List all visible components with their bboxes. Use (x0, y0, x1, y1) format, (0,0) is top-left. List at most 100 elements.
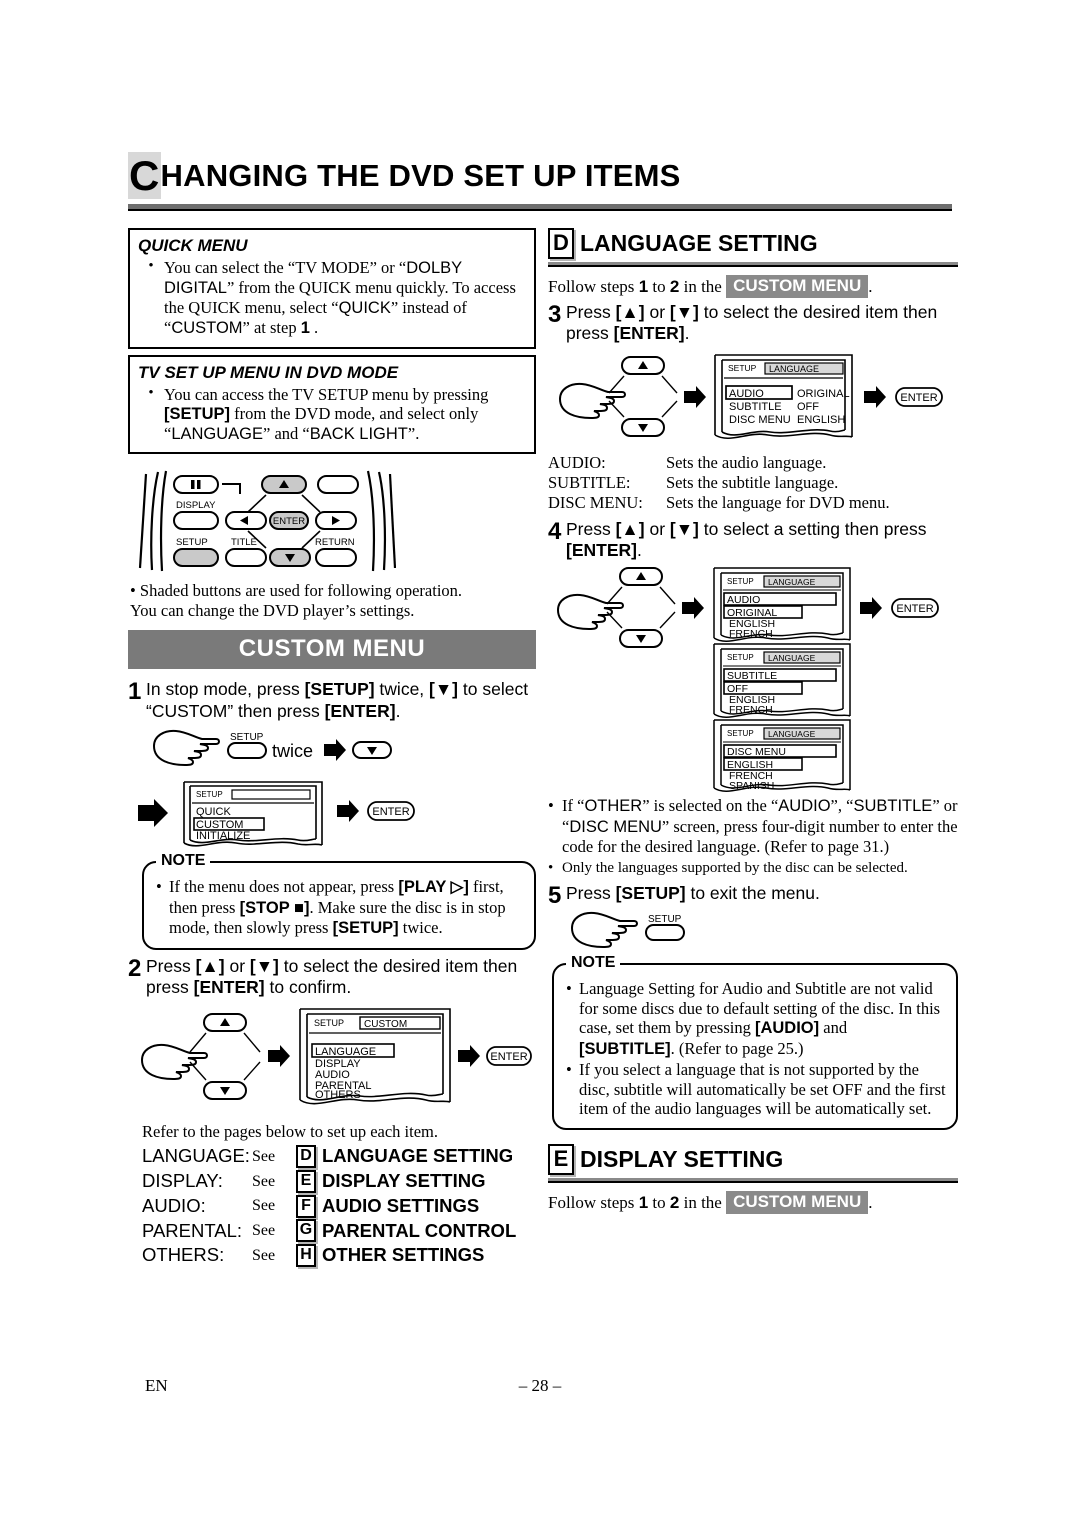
shaded-buttons-note: • Shaded buttons are used for following … (130, 581, 536, 621)
follow-end: . (868, 1192, 873, 1212)
svg-text:twice: twice (272, 741, 313, 761)
svg-text:ENTER: ENTER (372, 806, 409, 818)
svg-text:SETUP: SETUP (728, 363, 757, 373)
right-column: D LANGUAGE SETTING Follow steps 1 to 2 i… (548, 228, 958, 1218)
svg-text:LANGUAGE: LANGUAGE (768, 653, 816, 663)
letter-badge-h: H (296, 1244, 316, 1268)
desc-key: AUDIO: (548, 452, 606, 472)
bullet-dot: • (566, 979, 572, 999)
left-column: QUICK MENU • You can select the “TV MODE… (128, 228, 536, 1268)
language-note-bullet-2: If you select a language that is not sup… (579, 1060, 946, 1119)
bullet-dot: • (548, 795, 554, 815)
custom-menu-banner: CUSTOM MENU (128, 630, 536, 670)
refer-line: Refer to the pages below to set up each … (142, 1122, 438, 1142)
desc-text: Sets the audio language. (666, 452, 827, 472)
step-3: 3 Press [▲] or [▼] to select the desired… (548, 302, 958, 345)
follow-step-1: 1 (638, 1192, 649, 1212)
svg-text:SPANISH: SPANISH (729, 780, 774, 792)
shaded-note-line2: You can change the DVD player’s settings… (130, 600, 415, 620)
custom-menu-note-text: If the menu does not appear, press [PLAY… (169, 877, 506, 938)
bullet-dot: • (148, 258, 154, 274)
bullet-dot: • (148, 384, 154, 401)
refer-value: DISPLAY SETTING (322, 1170, 486, 1192)
refer-row-others: OTHERS: See H OTHER SETTINGS (142, 1243, 536, 1268)
step-1-text: In stop mode, press [SETUP] twice, [▼] t… (146, 679, 529, 721)
language-note-bullet-1: Language Setting for Audio and Subtitle … (579, 979, 941, 1058)
letter-badge-g: G (296, 1219, 316, 1243)
custom-menu-chip: CUSTOM MENU (726, 275, 869, 298)
custom-menu-note: NOTE • If the menu does not appear, pres… (142, 852, 536, 950)
language-item-descriptions: AUDIO: Sets the audio language. SUBTITLE… (548, 453, 958, 513)
svg-text:ENTER: ENTER (273, 516, 305, 527)
footer-page-number: – 28 – (518, 1376, 562, 1395)
refer-key: LANGUAGE: (142, 1145, 250, 1167)
svg-text:ENTER: ENTER (490, 1051, 527, 1063)
svg-text:FRENCH: FRENCH (729, 704, 773, 716)
refer-key: AUDIO: (142, 1194, 206, 1216)
desc-text: Sets the subtitle language. (666, 472, 839, 492)
refer-see: See (252, 1247, 276, 1265)
refer-row-display: DISPLAY: See E DISPLAY SETTING (142, 1169, 536, 1194)
svg-text:DISC MENU: DISC MENU (729, 414, 791, 426)
step-2-number: 2 (128, 954, 142, 982)
language-setting-note: NOTE • Language Setting for Audio and Su… (552, 954, 958, 1130)
follow-step-2: 2 (669, 1192, 680, 1212)
step-1: 1 In stop mode, press [SETUP] twice, [▼]… (128, 679, 536, 722)
svg-text:ENTER: ENTER (896, 603, 933, 615)
desc-row-disc-menu: DISC MENU: Sets the language for DVD men… (548, 493, 958, 513)
section-rule (548, 1177, 958, 1183)
language-bullet-2-text: Only the languages supported by the disc… (562, 860, 908, 877)
step-2: 2 Press [▲] or [▼] to select the desired… (128, 956, 536, 999)
desc-text: Sets the language for DVD menu. (666, 492, 890, 512)
letter-badge-e: E (296, 1169, 316, 1193)
svg-text:SETUP: SETUP (648, 914, 682, 925)
letter-badge-d: D (548, 228, 574, 259)
display-setting-title: DISPLAY SETTING (580, 1145, 784, 1172)
desc-key: DISC MENU: (548, 492, 643, 512)
quick-menu-text: You can select the “TV MODE” or “DOLBY D… (164, 258, 516, 338)
letter-badge-d: D (296, 1145, 316, 1169)
refer-row-audio: AUDIO: See F AUDIO SETTINGS (142, 1194, 536, 1219)
follow-mid: to (652, 1192, 666, 1212)
tv-setup-menu-text: You can access the TV SETUP menu by pres… (164, 384, 489, 443)
osd-item: QUICK (196, 806, 232, 818)
language-bullet-1-text: If “OTHER” is selected on the “AUDIO”, “… (562, 795, 958, 857)
svg-text:LANGUAGE: LANGUAGE (769, 364, 819, 374)
svg-text:RETURN: RETURN (315, 537, 355, 548)
language-setting-title: LANGUAGE SETTING (580, 230, 818, 256)
quick-menu-callout: QUICK MENU • You can select the “TV MODE… (128, 228, 536, 349)
follow-post: in the (683, 277, 722, 296)
svg-text:OTHERS: OTHERS (315, 1089, 361, 1101)
osd-title-left: SETUP (196, 790, 223, 799)
svg-text:SETUP: SETUP (727, 653, 754, 662)
language-setting-heading: D LANGUAGE SETTING (548, 228, 958, 259)
step-4-screen-diagram: SETUP LANGUAGE AUDIO ORIGINAL ENGLISH FR… (548, 564, 958, 794)
follow-mid: to (652, 277, 666, 296)
svg-text:ENGLISH: ENGLISH (797, 414, 845, 426)
refer-key: DISPLAY: (142, 1170, 223, 1192)
svg-text:SETUP: SETUP (314, 1018, 344, 1028)
manual-page: CHANGING THE DVD SET UP ITEMS QUICK MENU… (0, 0, 1080, 1528)
svg-text:LANGUAGE: LANGUAGE (768, 729, 816, 739)
language-follow-steps: Follow steps 1 to 2 in the CUSTOM MENU. (548, 275, 958, 298)
note-label: NOTE (566, 954, 621, 973)
step-1-gesture-row: SETUP twice (146, 728, 536, 773)
svg-text:FRENCH: FRENCH (729, 628, 773, 640)
svg-text:DISPLAY: DISPLAY (176, 500, 216, 511)
step-2-screen-diagram: SETUP CUSTOM LANGUAGE DISPLAY AUDIO PARE… (132, 1004, 536, 1114)
refer-see: See (252, 1222, 276, 1240)
bullet-dot: • (548, 860, 554, 877)
svg-text:SETUP: SETUP (727, 577, 754, 586)
step-1-number: 1 (128, 678, 142, 706)
svg-text:SETUP: SETUP (230, 732, 264, 743)
page-title: CHANGING THE DVD SET UP ITEMS (128, 152, 952, 199)
tv-setup-menu-heading: TV SET UP MENU IN DVD MODE (138, 362, 399, 382)
svg-text:SUBTITLE: SUBTITLE (729, 401, 782, 413)
refer-see: See (252, 1172, 276, 1190)
refer-list: LANGUAGE: See D LANGUAGE SETTING DISPLAY… (142, 1144, 536, 1268)
language-bullet-other-code: • If “OTHER” is selected on the “AUDIO”,… (548, 796, 958, 857)
follow-step-2: 2 (669, 277, 680, 296)
bullet-dot: • (566, 1060, 572, 1080)
title-rule (128, 204, 952, 211)
osd-item: INITIALIZE (196, 830, 250, 842)
